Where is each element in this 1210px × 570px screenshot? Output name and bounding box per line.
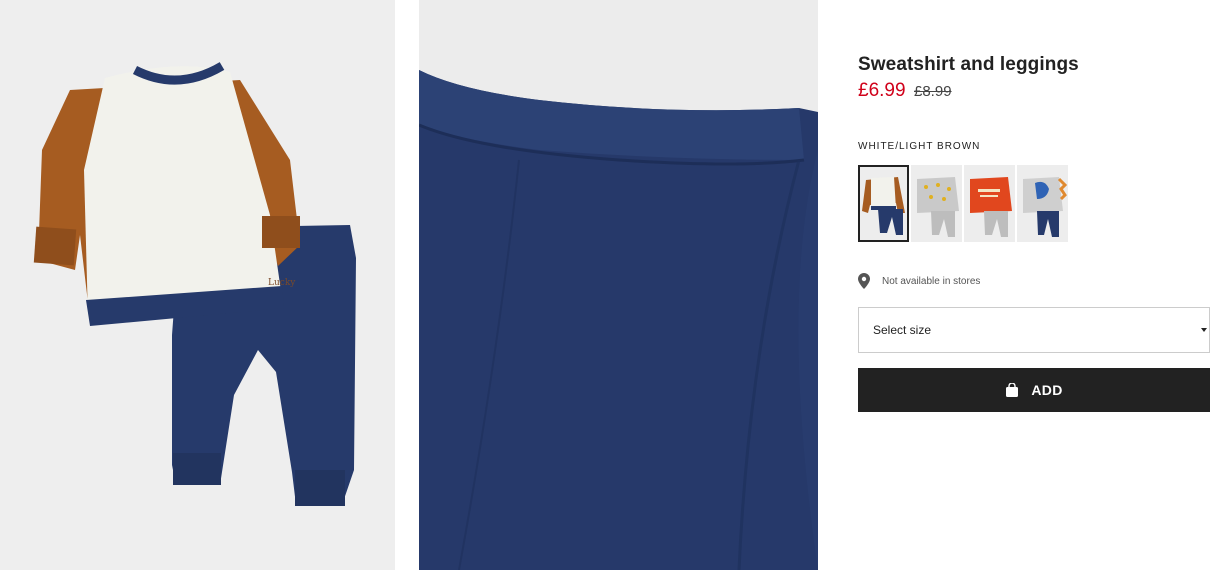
swatch-grey-print[interactable] (911, 165, 962, 242)
color-swatches (858, 165, 1070, 242)
shopping-bag-icon (1006, 383, 1019, 397)
selected-color-label: WHITE/LIGHT BROWN (858, 141, 981, 152)
size-select[interactable]: Select size (858, 307, 1210, 353)
product-detail-panel: Sweatshirt and leggings £6.99 £8.99 WHIT… (858, 0, 1210, 570)
product-image-main[interactable]: Lucky (0, 0, 395, 570)
original-price: £8.99 (914, 83, 952, 100)
map-pin-icon (858, 273, 870, 289)
leggings-closeup (419, 0, 818, 570)
swatch-grey-dinosaur[interactable] (1017, 165, 1068, 242)
outfit-illustration: Lucky (0, 0, 395, 570)
size-select-label: Select size (873, 323, 932, 337)
store-availability: Not available in stores (858, 273, 980, 289)
add-to-bag-button[interactable]: ADD (858, 368, 1210, 412)
chevron-down-icon (1201, 328, 1207, 332)
sale-price: £6.99 (858, 80, 906, 101)
product-image-detail[interactable] (419, 0, 818, 570)
add-button-label: ADD (1031, 382, 1063, 398)
availability-text: Not available in stores (882, 275, 981, 287)
swatch-white-light-brown[interactable] (858, 165, 909, 242)
logo-print: Lucky (268, 278, 296, 288)
price-row: £6.99 £8.99 (858, 80, 952, 102)
product-title: Sweatshirt and leggings (858, 54, 1079, 75)
swatch-red-print[interactable] (964, 165, 1015, 242)
